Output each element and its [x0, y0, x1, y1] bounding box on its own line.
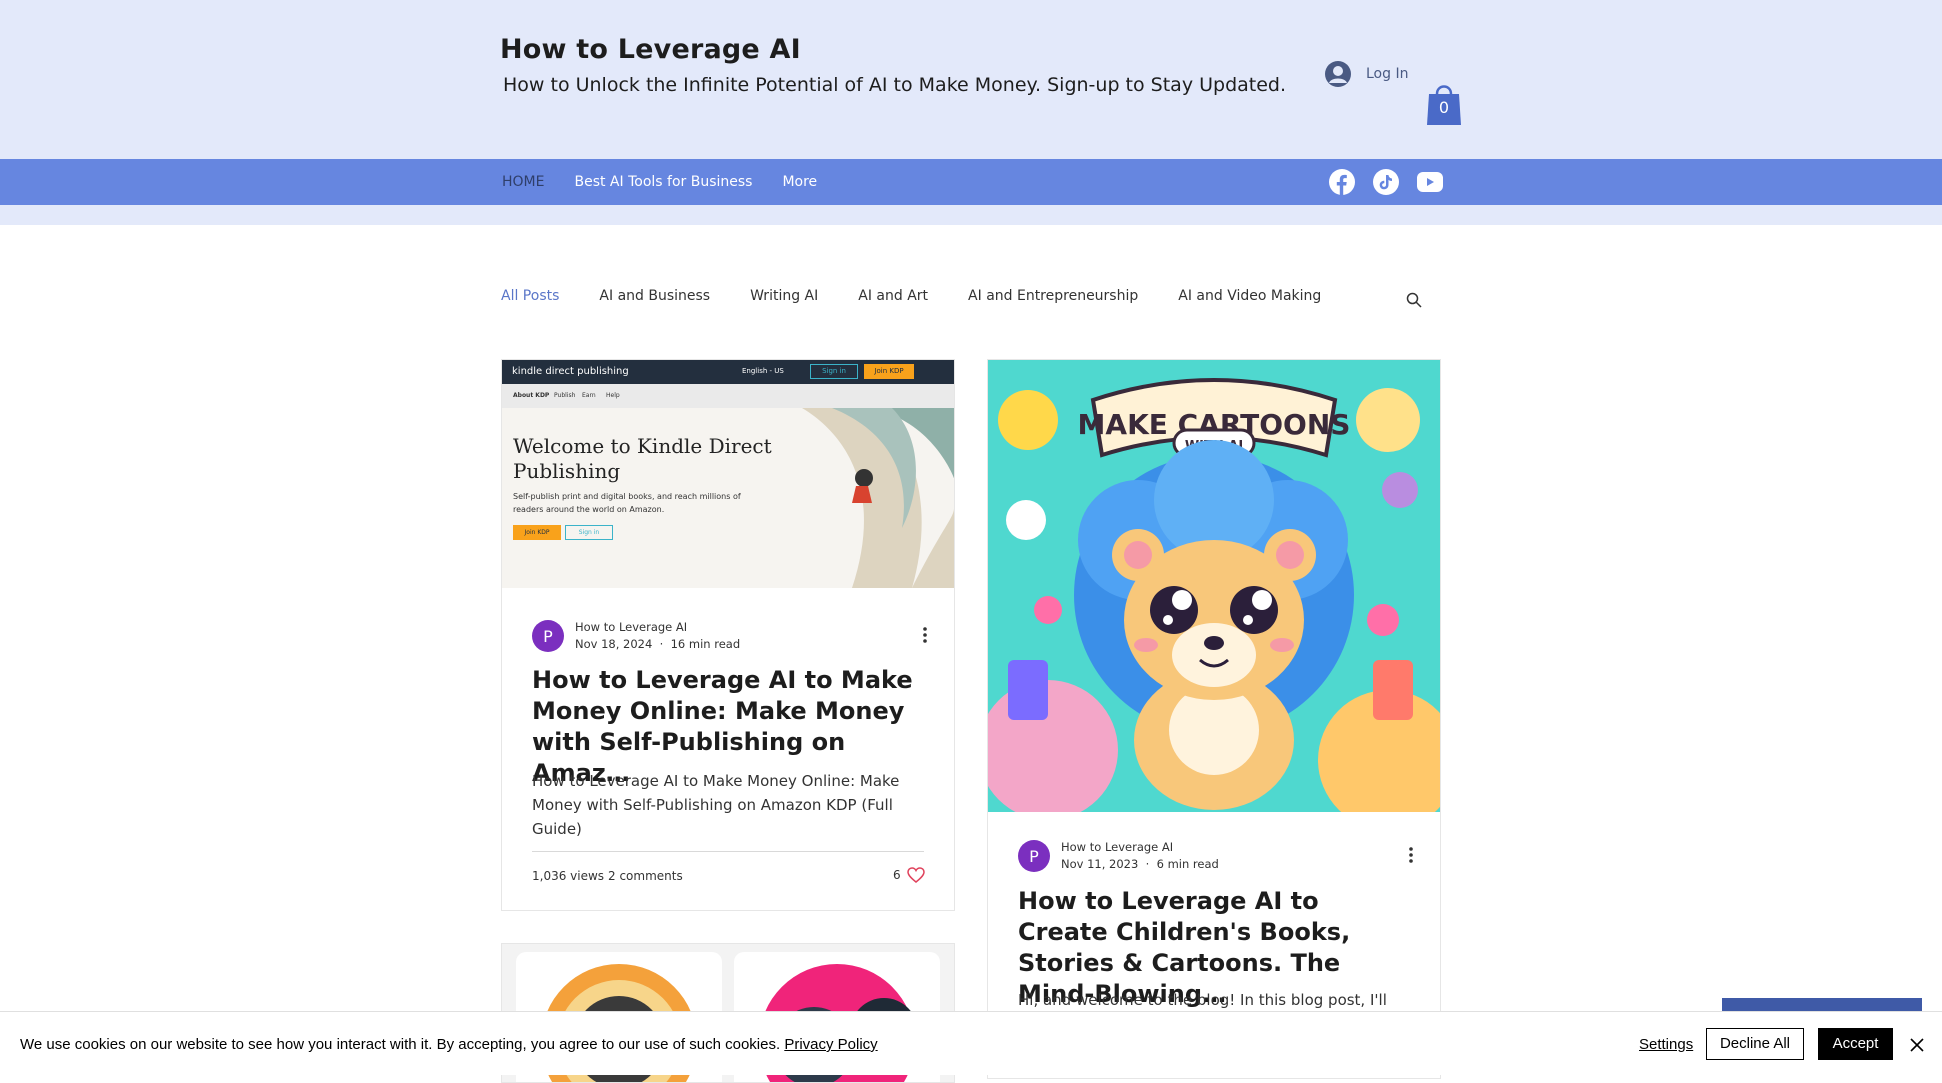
read-time: 6 min read	[1156, 857, 1219, 871]
kdp-tab: Publish	[554, 392, 576, 399]
nav-item-more[interactable]: More	[782, 174, 817, 190]
like-button[interactable]: 6	[893, 867, 925, 883]
close-icon[interactable]	[1908, 1036, 1926, 1054]
comment-count[interactable]: 2 comments	[608, 869, 683, 883]
accept-button[interactable]: Accept	[1818, 1028, 1893, 1060]
cookie-message: We use cookies on our website to see how…	[20, 1036, 878, 1053]
post-cover-image[interactable]: kindle direct publishing English - US Si…	[502, 360, 954, 588]
kdp-sign-in: Sign in	[810, 364, 858, 379]
category-ai-and-video-making[interactable]: AI and Video Making	[1178, 288, 1321, 304]
kdp-tab: Help	[606, 392, 620, 399]
facebook-icon[interactable]	[1329, 169, 1355, 195]
kdp-tab: About KDP	[513, 392, 550, 399]
divider	[532, 851, 924, 852]
user-avatar-icon	[1325, 61, 1351, 87]
privacy-policy-link[interactable]: Privacy Policy	[784, 1036, 877, 1053]
decline-all-button[interactable]: Decline All	[1706, 1028, 1804, 1060]
post-cover-image[interactable]: MAKE CARTOONS WITH AI	[988, 360, 1440, 812]
author-avatar[interactable]: P	[532, 620, 564, 652]
post-card[interactable]: MAKE CARTOONS WITH AI P How to Leverage	[987, 359, 1441, 1079]
main-nav: HOME Best AI Tools for Business More	[0, 159, 1942, 205]
category-writing-ai[interactable]: Writing AI	[750, 288, 818, 304]
post-meta: P How to Leverage AI Nov 18, 2024 · 16 m…	[532, 619, 740, 653]
post-date: Nov 11, 2023	[1061, 857, 1139, 871]
nav-item-best-ai-tools[interactable]: Best AI Tools for Business	[574, 174, 752, 190]
kdp-description: Self-publish print and digital books, an…	[513, 492, 741, 514]
youtube-icon[interactable]	[1417, 172, 1443, 192]
category-ai-and-art[interactable]: AI and Art	[858, 288, 928, 304]
search-icon[interactable]	[1405, 291, 1423, 309]
view-count: 1,036 views	[532, 869, 605, 883]
author-name[interactable]: How to Leverage AI	[1061, 839, 1219, 856]
heart-icon	[906, 867, 925, 883]
nav-item-home[interactable]: HOME	[502, 174, 544, 190]
category-ai-and-entrepreneurship[interactable]: AI and Entrepreneurship	[968, 288, 1138, 304]
login-button[interactable]: Log In	[1324, 60, 1408, 88]
category-menu: All Posts AI and Business Writing AI AI …	[501, 288, 1321, 304]
cookie-settings-link[interactable]: Settings	[1639, 1036, 1693, 1053]
more-options-icon[interactable]	[915, 625, 935, 645]
kdp-tab: Earn	[582, 392, 596, 399]
post-card[interactable]: kindle direct publishing English - US Si…	[501, 359, 955, 911]
kdp-sign-in-button: Sign in	[565, 525, 613, 540]
post-meta: P How to Leverage AI Nov 11, 2023 · 6 mi…	[1018, 839, 1219, 873]
nav-strip	[0, 205, 1942, 225]
category-all-posts[interactable]: All Posts	[501, 288, 559, 304]
cart-count: 0	[1438, 98, 1450, 117]
kdp-language: English - US	[742, 367, 784, 375]
category-ai-and-business[interactable]: AI and Business	[599, 288, 710, 304]
site-subtitle: How to Unlock the Infinite Potential of …	[503, 74, 1287, 96]
post-excerpt: How to Leverage AI to Make Money Online:…	[532, 772, 900, 838]
author-avatar[interactable]: P	[1018, 840, 1050, 872]
tiktok-icon[interactable]	[1373, 169, 1399, 195]
kdp-join: Join KDP	[864, 364, 914, 379]
author-name[interactable]: How to Leverage AI	[575, 619, 740, 636]
more-options-icon[interactable]	[1401, 845, 1421, 865]
login-label: Log In	[1366, 66, 1409, 82]
kdp-headline: Welcome to Kindle Direct Publishing	[513, 434, 772, 483]
cart-button[interactable]: 0	[1426, 82, 1462, 126]
kdp-illustration	[802, 408, 954, 588]
site-header: How to Leverage AI How to Unlock the Inf…	[0, 0, 1942, 159]
post-date: Nov 18, 2024	[575, 637, 653, 651]
cookie-text: We use cookies on our website to see how…	[20, 1036, 781, 1053]
kdp-join-button: Join KDP	[513, 525, 561, 540]
read-time: 16 min read	[670, 637, 741, 651]
cookie-banner: We use cookies on our website to see how…	[0, 1011, 1942, 1075]
like-count: 6	[893, 868, 901, 882]
kdp-logo: kindle direct publishing	[512, 366, 629, 377]
site-title[interactable]: How to Leverage AI	[500, 34, 801, 65]
